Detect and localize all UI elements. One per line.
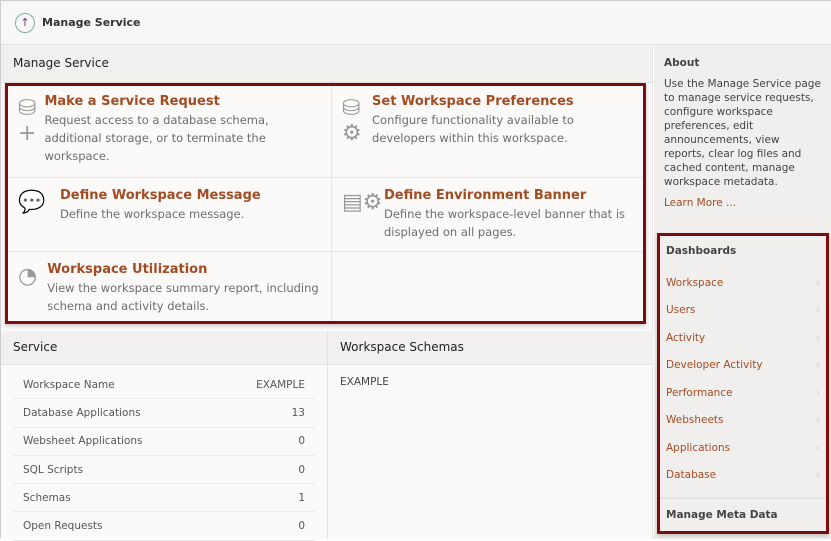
service-region: Service Workspace Name EXAMPLE Database A… <box>1 331 328 541</box>
about-title: About <box>664 57 700 69</box>
table-row: Workspace Name EXAMPLE <box>13 371 315 400</box>
dashboard-link-activity[interactable]: Activity › <box>660 324 826 352</box>
dashboard-link-websheets[interactable]: Websheets › <box>660 407 826 435</box>
up-arrow-icon[interactable]: ↑ <box>15 12 35 33</box>
schema-name: EXAMPLE <box>340 376 389 388</box>
card-title[interactable]: Define Workspace Message <box>60 188 261 203</box>
database-gear-icon: ⛁⚙ <box>342 96 362 146</box>
chevron-right-icon: › <box>815 304 820 317</box>
card-desc: Request access to a database schema, add… <box>44 113 269 163</box>
table-row: Schemas 1 <box>13 484 315 513</box>
manage-service-cards: ⛁+ Make a Service Request Request access … <box>5 83 646 324</box>
chevron-right-icon: › <box>815 331 820 344</box>
message-pencil-icon: 💬 <box>18 190 46 215</box>
table-row: SQL Scripts 0 <box>13 456 315 485</box>
schemas-title: Workspace Schemas <box>328 331 653 365</box>
card-workspace-message[interactable]: 💬 Define Workspace Message Define the wor… <box>8 180 331 231</box>
dashboards-panel: Dashboards Workspace › Users › Activity › D… <box>657 233 829 534</box>
card-title[interactable]: Set Workspace Preferences <box>372 94 632 109</box>
card-service-request[interactable]: ⛁+ Make a Service Request Request access … <box>8 86 331 173</box>
manage-meta-data-link[interactable]: Manage Meta Data <box>660 499 826 531</box>
table-row: Websheet Applications 0 <box>13 428 315 456</box>
dashboard-link-users[interactable]: Users › <box>660 297 826 325</box>
top-bar: ↑ Manage Service <box>1 1 831 45</box>
card-title[interactable]: Make a Service Request <box>44 94 321 109</box>
chevron-right-icon: › <box>815 414 820 427</box>
card-desc: Configure functionality available to dev… <box>372 113 574 145</box>
card-workspace-utilization[interactable]: ◔ Workspace Utilization View the workspac… <box>8 254 331 323</box>
dashboard-link-performance[interactable]: Performance › <box>660 379 826 407</box>
dashboard-link-applications[interactable]: Applications › <box>660 434 826 462</box>
dashboard-link-developer-activity[interactable]: Developer Activity › <box>660 352 826 380</box>
learn-more-link[interactable]: Learn More ... <box>654 189 831 217</box>
chevron-right-icon: › <box>815 359 820 372</box>
card-title[interactable]: Workspace Utilization <box>47 262 321 277</box>
card-desc: Define the workspace message. <box>60 207 245 221</box>
window-gear-icon: ▤⚙ <box>342 190 383 215</box>
chevron-right-icon: › <box>815 441 820 454</box>
region-title: Manage Service <box>1 45 652 83</box>
dashboards-title: Dashboards <box>666 245 737 257</box>
chevron-right-icon: › <box>815 386 820 399</box>
table-row: Open Requests 0 <box>13 512 315 541</box>
card-desc: View the workspace summary report, inclu… <box>47 281 319 313</box>
card-environment-banner[interactable]: ▤⚙ Define Environment Banner Define the w… <box>332 180 642 249</box>
workspace-schemas-region: Workspace Schemas EXAMPLE <box>328 331 653 539</box>
table-row: Database Applications 13 <box>13 399 315 428</box>
chevron-right-icon: › <box>815 469 820 482</box>
gauge-icon: ◔ <box>18 264 38 289</box>
sidebar: About Use the Manage Service page to man… <box>654 45 831 539</box>
dashboard-link-database[interactable]: Database › <box>660 462 826 490</box>
about-text: Use the Manage Service page to manage se… <box>664 78 821 188</box>
dashboard-link-workspace[interactable]: Workspace › <box>660 269 826 297</box>
service-title: Service <box>1 331 327 365</box>
main-region: Manage Service ⛁+ Make a Service Request… <box>1 45 653 541</box>
card-workspace-preferences[interactable]: ⛁⚙ Set Workspace Preferences Configure fu… <box>332 86 642 155</box>
card-desc: Define the workspace-level banner that i… <box>384 207 626 239</box>
database-plus-icon: ⛁+ <box>18 96 37 146</box>
page-title: Manage Service <box>42 16 141 29</box>
card-title[interactable]: Define Environment Banner <box>384 188 632 203</box>
chevron-right-icon: › <box>815 276 820 289</box>
